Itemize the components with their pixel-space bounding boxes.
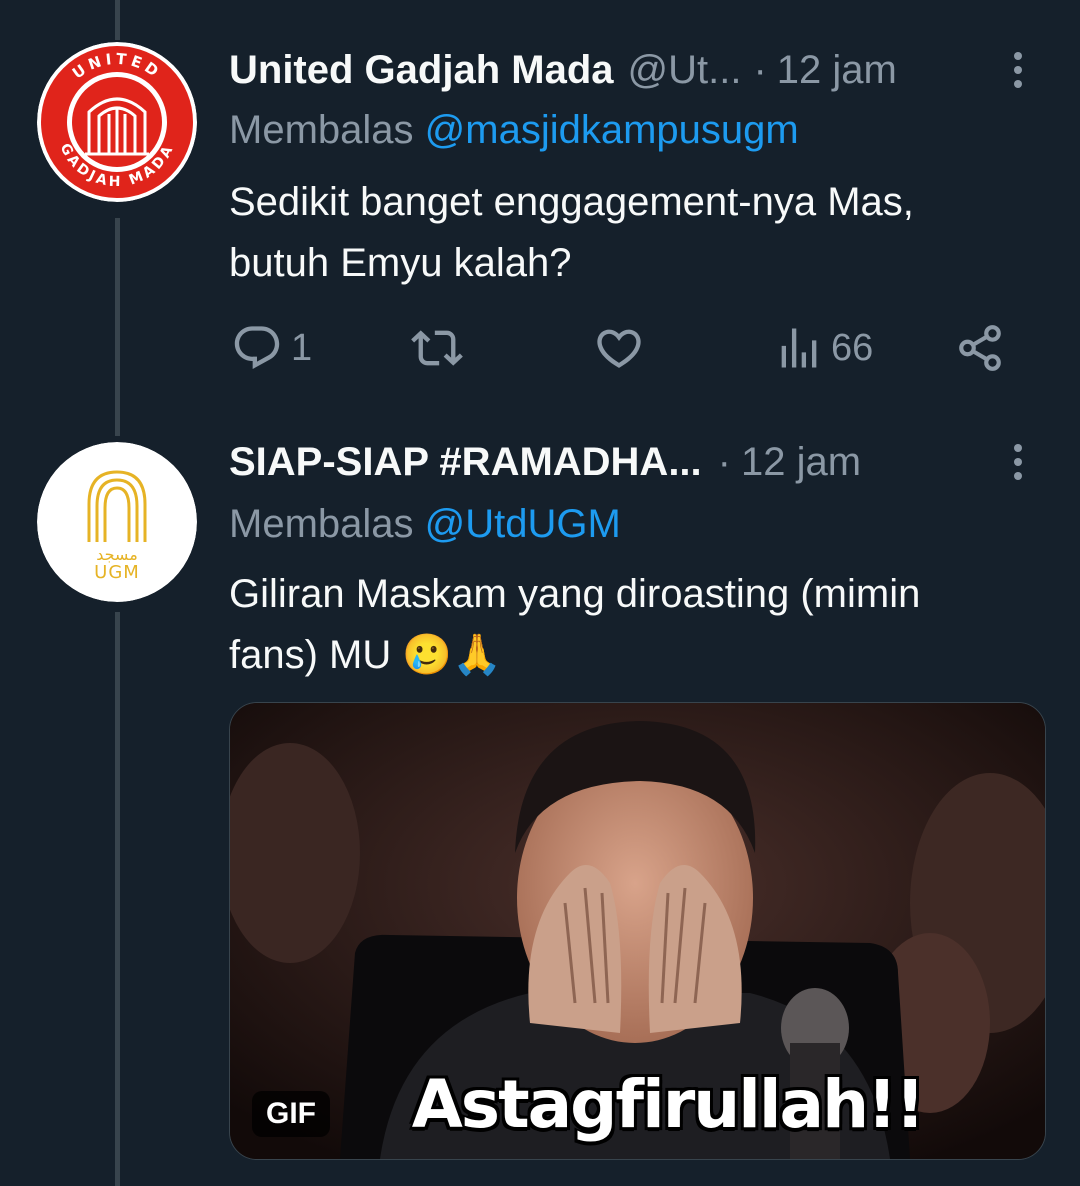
like-icon — [597, 329, 641, 368]
timestamp[interactable]: 12 jam — [741, 440, 861, 485]
replying-to: Membalas @masjidkampusugm — [229, 108, 799, 153]
tweet-text-line-2: fans) MU 🥲🙏 — [229, 625, 1039, 686]
user-handle[interactable]: @Ut... — [628, 48, 742, 93]
views-count: 66 — [831, 326, 874, 369]
like-button[interactable] — [591, 318, 647, 378]
retweet-button[interactable] — [409, 318, 465, 378]
more-icon[interactable] — [998, 42, 1038, 98]
tweet-text-line: Giliran Maskam yang diroasting (mimin — [229, 572, 921, 616]
replying-prefix: Membalas — [229, 502, 414, 546]
tweet-text-line: fans) MU — [229, 633, 392, 677]
separator-dot: · — [753, 47, 767, 92]
separator-dot: · — [717, 439, 731, 484]
timestamp[interactable]: 12 jam — [777, 48, 897, 93]
folded-hands-emoji: 🙏 — [452, 632, 502, 678]
gif-caption: Astagfirullah!! — [411, 1066, 926, 1143]
smiling-tear-emoji: 🥲 — [402, 632, 453, 678]
tweet-actions: 1 66 — [229, 318, 1019, 378]
tweet-text: Giliran Maskam yang diroasting (mimin fa… — [229, 564, 1039, 686]
reply-count: 1 — [291, 326, 313, 369]
more-icon[interactable] — [998, 434, 1038, 490]
tweet-text-line: butuh Emyu kalah? — [229, 241, 572, 285]
gif-badge[interactable]: GIF — [252, 1091, 330, 1137]
replying-prefix: Membalas — [229, 108, 414, 152]
display-name[interactable]: SIAP-SIAP #RAMADHA... — [229, 440, 702, 485]
tweet-header: SIAP-SIAP #RAMADHA... · 12 jam — [229, 434, 861, 490]
replying-to-mention[interactable]: @UtdUGM — [425, 502, 621, 546]
replying-to: Membalas @UtdUGM — [229, 502, 621, 547]
share-icon — [959, 325, 1001, 371]
avatar[interactable]: UNITED GADJAH MADA — [37, 42, 197, 202]
logo-latin-text: UGM — [94, 562, 140, 583]
tweet[interactable]: UNITED GADJAH MADA United Gadjah Mada @U… — [0, 0, 1080, 420]
gif-media[interactable]: Astagfirullah!! GIF — [229, 702, 1046, 1160]
retweet-icon — [411, 330, 463, 366]
views-button[interactable]: 66 — [773, 318, 873, 378]
tweet-header: United Gadjah Mada @Ut... · 12 jam — [229, 42, 897, 98]
tweet-text-line: Sedikit banget enggagement-nya Mas, — [229, 180, 914, 224]
views-icon — [781, 328, 817, 368]
tweet-text: Sedikit banget enggagement-nya Mas, butu… — [229, 172, 1039, 294]
united-gadjah-mada-logo: UNITED GADJAH MADA — [37, 42, 197, 202]
masjid-ugm-logo: مسجد UGM — [37, 442, 197, 602]
reply-button[interactable]: 1 — [229, 318, 312, 378]
replying-to-mention[interactable]: @masjidkampusugm — [425, 108, 799, 152]
display-name[interactable]: United Gadjah Mada — [229, 48, 614, 93]
reply-icon — [234, 326, 280, 370]
share-button[interactable] — [955, 318, 1005, 378]
avatar[interactable]: مسجد UGM — [37, 442, 197, 602]
